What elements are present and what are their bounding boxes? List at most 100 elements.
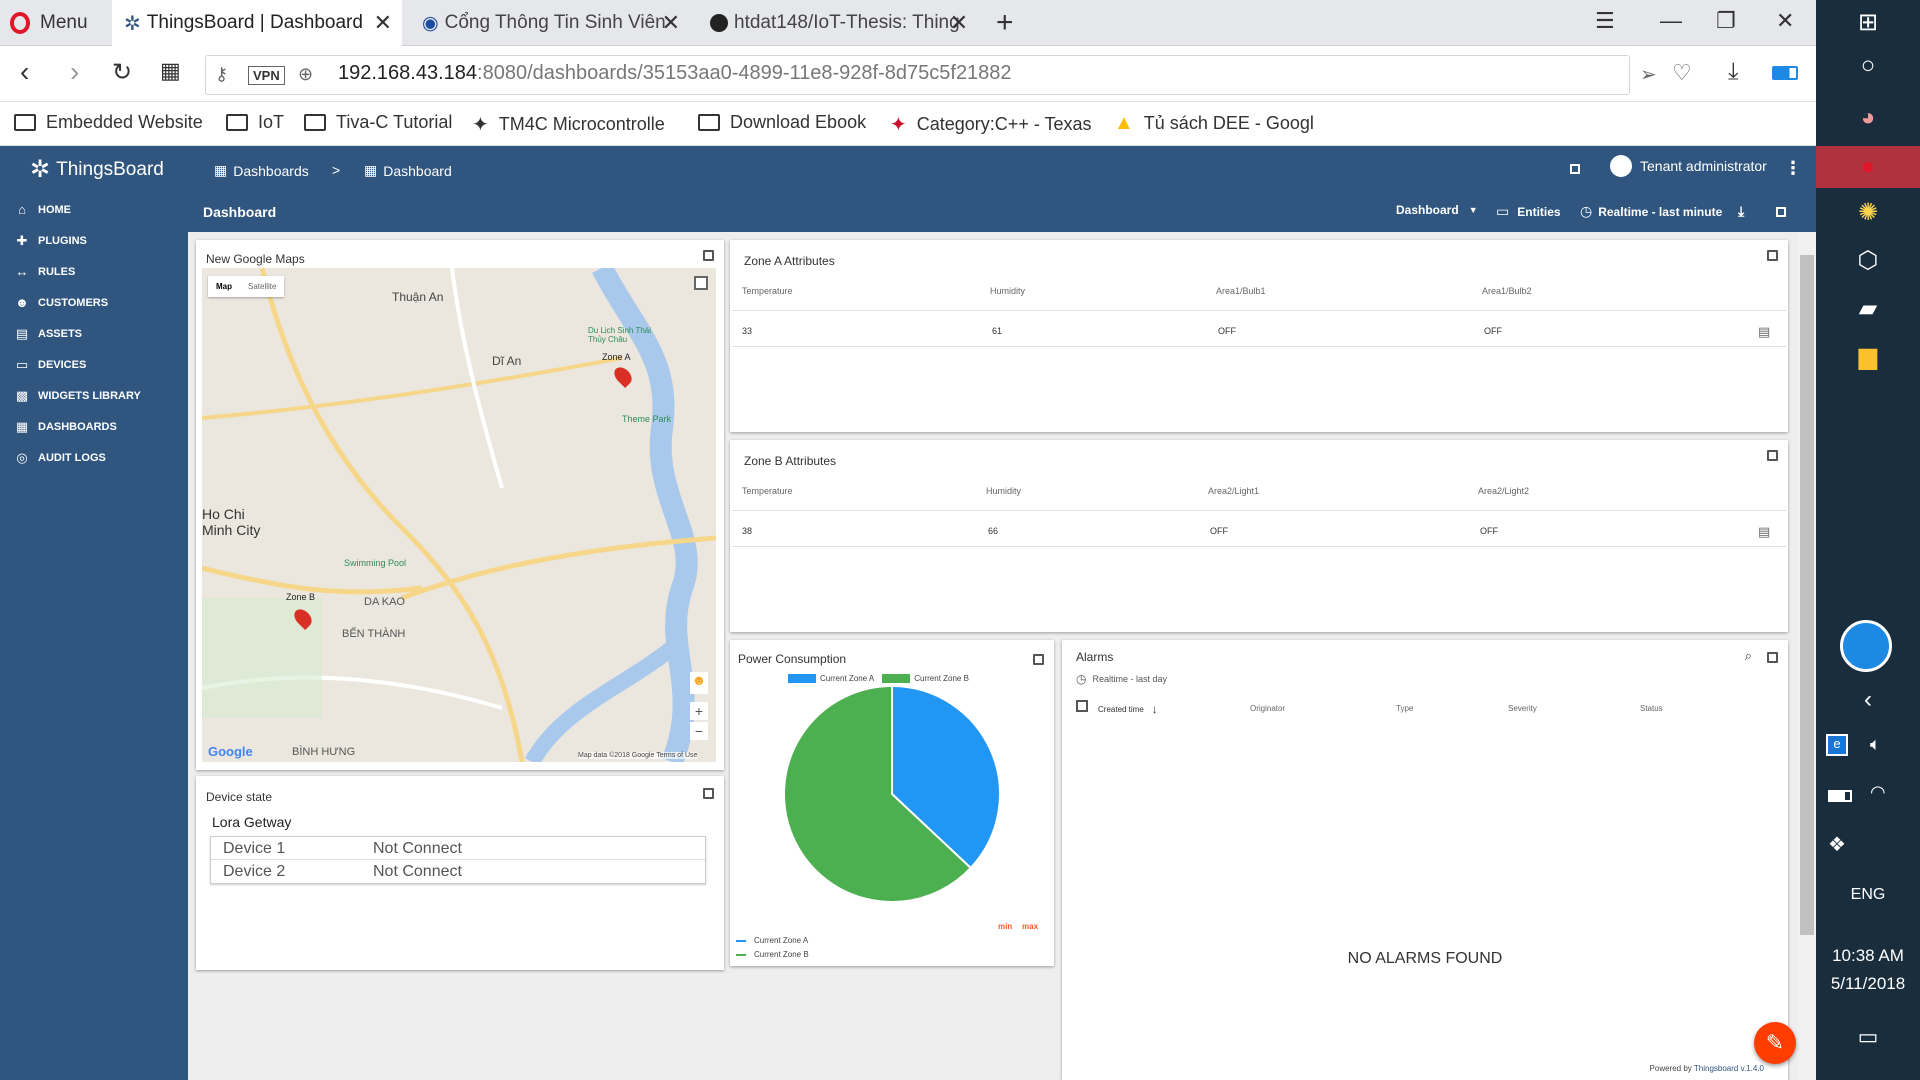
column-header-originator[interactable]: Originator [1250, 704, 1285, 713]
speed-dial-icon[interactable]: ▦ [160, 58, 181, 84]
dropbox-icon[interactable]: ❖ [1828, 832, 1846, 857]
row-details-icon[interactable]: ▤ [1758, 324, 1770, 340]
clock-time[interactable]: 10:38 AM [1816, 946, 1920, 966]
battery-icon[interactable] [1828, 790, 1852, 802]
volume-icon[interactable]: 🔈︎ [1870, 734, 1881, 755]
bookmark-tm4c[interactable]: ✦ TM4C Microcontrolle [472, 112, 704, 137]
sidebar-item-dashboards[interactable]: ▦ DASHBOARDS [0, 411, 188, 442]
map-button[interactable]: Map [208, 276, 240, 297]
bookmark-tiva-c[interactable]: Tiva-C Tutorial [304, 112, 452, 133]
row-details-icon[interactable]: ▤ [1758, 524, 1770, 540]
show-hidden-icons[interactable]: ‹ [1816, 686, 1920, 714]
app-taskbar-icon[interactable]: ✺ [1816, 198, 1920, 227]
fullscreen-icon[interactable] [1570, 164, 1580, 174]
sticky-notes-icon[interactable]: ▰ [1816, 294, 1920, 323]
sidebar-item-plugins[interactable]: ✚ PLUGINS [0, 225, 188, 256]
cortana-icon[interactable]: ○ [1816, 52, 1920, 80]
fullscreen-icon[interactable] [1767, 250, 1778, 261]
new-tab-button[interactable]: + [996, 6, 1014, 40]
sidebar-item-home[interactable]: ⌂ HOME [0, 194, 188, 225]
search-icon[interactable]: ⌕ [1745, 648, 1752, 664]
map-fullscreen-icon[interactable] [694, 276, 708, 290]
reload-icon[interactable]: ↻ [112, 58, 132, 87]
download-icon[interactable]: ⤓ [1728, 58, 1739, 86]
google-logo: Google [208, 744, 253, 759]
sidebar-item-assets[interactable]: ▤ ASSETS [0, 318, 188, 349]
zoom-in-icon[interactable]: + [690, 702, 708, 720]
device-name: Device 1 [223, 840, 286, 857]
forward-icon[interactable]: › [70, 56, 79, 88]
fullscreen-icon[interactable] [1033, 654, 1044, 665]
battery-saver-icon[interactable] [1772, 66, 1798, 80]
restore-icon[interactable]: ❐ [1716, 8, 1736, 34]
file-explorer-icon[interactable]: ▆ [1816, 342, 1920, 371]
fullscreen-icon[interactable] [1767, 652, 1778, 663]
network-warning-icon[interactable] [1840, 620, 1892, 672]
sidebar-item-widgets-library[interactable]: ▩ WIDGETS LIBRARY [0, 380, 188, 411]
windows-start-icon[interactable]: ⊞ [1816, 8, 1920, 37]
opera-taskbar-icon[interactable]: ● [1816, 146, 1920, 188]
tab-github[interactable]: htdat148/IoT-Thesis: Thing ✕ [698, 0, 978, 46]
minimize-icon[interactable]: — [1660, 8, 1682, 34]
fullscreen-icon[interactable] [703, 250, 714, 261]
select-all-checkbox[interactable] [1076, 700, 1088, 712]
bookmark-category-cpp[interactable]: ✦ Category:C++ - Texas [890, 112, 1117, 137]
heart-icon[interactable]: ♡ [1672, 60, 1692, 86]
zoom-out-icon[interactable]: − [690, 722, 708, 740]
action-center-icon[interactable]: ▭ [1816, 1024, 1920, 1050]
bookmark-tu-sach-dee[interactable]: ▲ Tủ sách DEE - Google [1114, 112, 1314, 135]
close-tab-icon[interactable]: ✕ [662, 10, 680, 36]
wifi-icon[interactable]: ◠ [1870, 782, 1886, 803]
dashboard-fullscreen-icon[interactable] [1776, 207, 1786, 217]
clock-date[interactable]: 5/11/2018 [1816, 974, 1920, 994]
sidebar-item-rules[interactable]: ↔ RULES [0, 256, 188, 287]
entities-button[interactable]: ▭ Entities [1496, 203, 1561, 220]
virtualbox-icon[interactable]: ⬡ [1816, 246, 1920, 275]
bookmark-embedded-website[interactable]: Embedded Website [14, 112, 203, 133]
column-header-severity[interactable]: Severity [1508, 704, 1537, 713]
tab-student-portal[interactable]: ◉ Cổng Thông Tin Sinh Viên ✕ [410, 0, 690, 46]
language-indicator[interactable]: ENG [1816, 886, 1920, 904]
column-header-status[interactable]: Status [1640, 704, 1663, 713]
pegman-icon[interactable]: ☻ [690, 672, 708, 694]
url-text[interactable]: 192.168.43.184:8080/dashboards/35153aa0-… [338, 62, 1012, 85]
tab-menu-icon[interactable]: ☰ [1595, 8, 1615, 34]
paint-icon[interactable]: ◕ [1816, 104, 1920, 132]
satellite-button[interactable]: Satellite [240, 276, 284, 297]
scrollbar-thumb[interactable] [1800, 255, 1814, 935]
powered-link[interactable]: Thingsboard v.1.4.0 [1694, 1064, 1764, 1073]
column-header-humidity: Humidity [986, 486, 1022, 496]
sidebar-item-audit-logs[interactable]: ◎ AUDIT LOGS [0, 442, 188, 473]
sort-arrow-icon: ↓ [1151, 702, 1158, 716]
app-tray-icon[interactable]: e [1826, 734, 1848, 756]
send-icon[interactable]: ➢ [1640, 62, 1657, 87]
bookmark-download-ebook[interactable]: Download Ebook [698, 112, 866, 133]
close-tab-icon[interactable]: ✕ [374, 10, 392, 36]
google-map[interactable]: Map Satellite Thuận An Dĩ An Ho Chi Minh… [202, 268, 716, 762]
edit-dashboard-button[interactable]: ✎ [1754, 1022, 1796, 1064]
sidebar-item-customers[interactable]: ☻ CUSTOMERS [0, 287, 188, 318]
back-icon[interactable]: ‹ [20, 56, 29, 88]
thingsboard-logo[interactable]: ✲ ThingsBoard [30, 155, 164, 184]
alarm-timewindow[interactable]: ◷ Realtime - last day [1076, 672, 1167, 686]
fullscreen-icon[interactable] [1767, 450, 1778, 461]
close-window-icon[interactable]: ✕ [1776, 8, 1794, 34]
tab-thingsboard[interactable]: ✲ ThingsBoard | Dashboard ✕ [112, 0, 402, 46]
opera-menu-button[interactable]: Menu [10, 0, 88, 46]
vpn-badge[interactable]: VPN [248, 66, 285, 85]
more-vert-icon[interactable]: ⋮ [1784, 158, 1802, 179]
export-icon[interactable]: ⤓ [1738, 203, 1744, 220]
bookmark-iot[interactable]: IoT [226, 112, 284, 133]
user-menu[interactable]: Tenant administrator [1610, 155, 1767, 177]
timewindow-button[interactable]: ◷ Realtime - last minute [1580, 203, 1722, 220]
dashboard-states-select[interactable]: Dashboard ▼ [1396, 203, 1478, 217]
close-tab-icon[interactable]: ✕ [950, 10, 968, 36]
breadcrumb-dashboards[interactable]: ▦ Dashboards [214, 162, 309, 179]
map-attribution[interactable]: Map data ©2018 Google Terms of Use [578, 752, 698, 759]
fullscreen-icon[interactable] [703, 788, 714, 799]
breadcrumb-separator: > [332, 162, 341, 178]
column-header-created-time[interactable]: Created time ↓ [1098, 702, 1158, 716]
column-header-type[interactable]: Type [1396, 704, 1413, 713]
sidebar-item-devices[interactable]: ▭ DEVICES [0, 349, 188, 380]
breadcrumb-dashboard: ▦ Dashboard [364, 162, 452, 179]
